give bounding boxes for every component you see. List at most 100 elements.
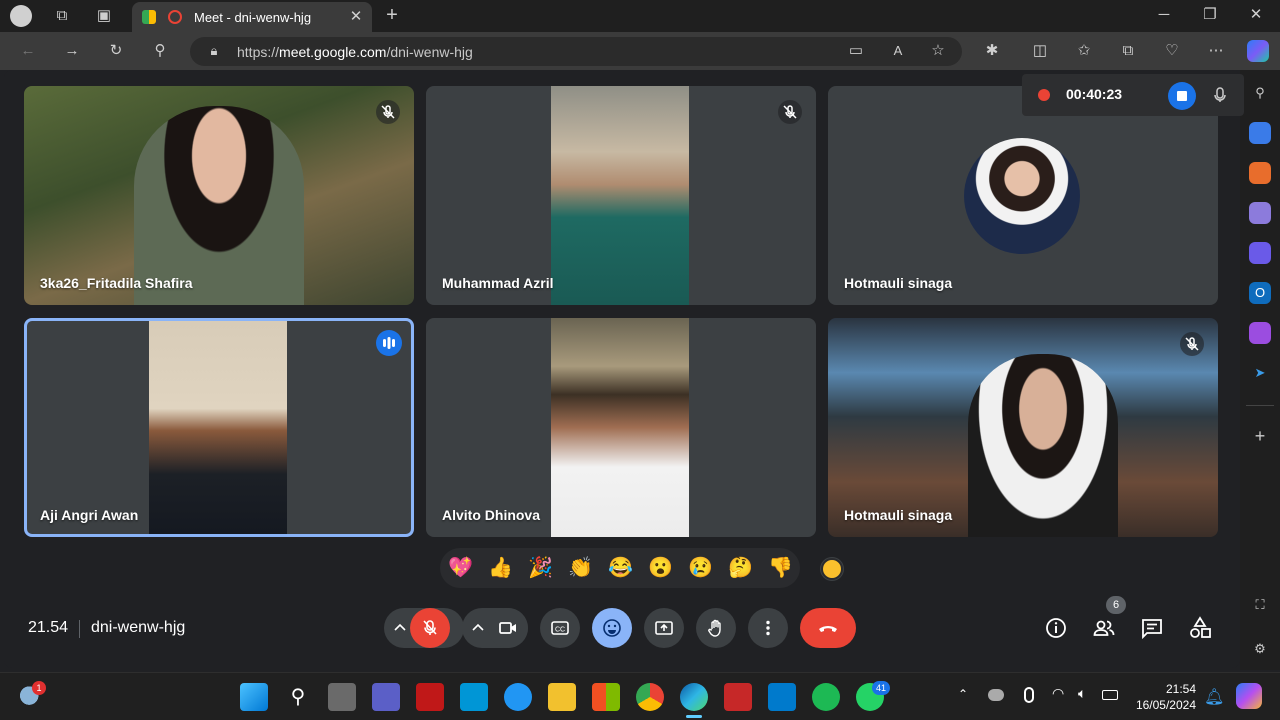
teams-icon[interactable] — [372, 683, 400, 711]
vscode-icon[interactable] — [768, 683, 796, 711]
back-icon[interactable]: ← — [18, 41, 38, 61]
participant-tile[interactable]: 3ka26_Fritadila Shafira — [24, 86, 414, 305]
edge-active-indicator — [686, 715, 702, 718]
reaction-sad[interactable]: 😢 — [688, 556, 713, 580]
present-button[interactable] — [644, 608, 684, 648]
activities-button[interactable] — [1188, 616, 1212, 640]
tray-app-icon[interactable] — [988, 689, 1004, 701]
collections-icon[interactable]: ⧉ — [1118, 41, 1138, 61]
windows-taskbar: 1 ⚲ 41 ⌃ ◠ 🔈︎ 21:54 16/05/2024 🔔︎ — [0, 672, 1280, 720]
participant-name: Alvito Dhinova — [442, 507, 541, 523]
more-menu-icon[interactable]: ⋯ — [1206, 41, 1226, 61]
more-vert-icon — [766, 620, 770, 636]
copilot-taskbar-icon[interactable] — [1236, 683, 1262, 709]
leave-call-button[interactable] — [800, 608, 856, 648]
people-button[interactable] — [1092, 616, 1116, 640]
split-screen-icon[interactable]: ◫ — [1030, 41, 1050, 61]
sidebar-tools-icon[interactable] — [1249, 162, 1271, 184]
minimize-icon[interactable]: ─ — [1154, 5, 1174, 25]
participant-tile-active-speaker[interactable]: Aji Angri Awan — [24, 318, 414, 537]
meeting-details-button[interactable] — [1044, 616, 1068, 640]
wifi-icon[interactable]: ◠ — [1052, 685, 1064, 702]
tab-meet[interactable]: Meet - dni-wenw-hjg ✕ — [132, 2, 372, 32]
sidebar-send-icon[interactable]: ➤ — [1249, 362, 1271, 384]
favorite-star-icon[interactable]: ☆ — [928, 41, 948, 61]
skin-tone-selector[interactable] — [821, 558, 843, 580]
start-icon[interactable] — [240, 683, 268, 711]
read-aloud-icon[interactable]: A — [888, 41, 908, 61]
new-tab-icon[interactable]: + — [382, 5, 402, 25]
close-window-icon[interactable]: ✕ — [1246, 5, 1266, 25]
reaction-surprised[interactable]: 😮 — [648, 556, 673, 580]
mcafee-icon[interactable] — [416, 683, 444, 711]
reaction-thumbs-up[interactable]: 👍 — [488, 556, 513, 580]
reaction-thumbs-down[interactable]: 👎 — [768, 556, 793, 580]
search-icon[interactable]: ⚲ — [150, 41, 170, 61]
captions-button[interactable]: CC — [540, 608, 580, 648]
favorites-icon[interactable]: ✩ — [1074, 41, 1094, 61]
forward-icon[interactable]: → — [62, 41, 82, 61]
present-screen-icon — [655, 621, 673, 635]
sidebar-search-icon[interactable]: ⚲ — [1249, 82, 1271, 104]
browser-essentials-icon[interactable]: ♡ — [1162, 41, 1182, 61]
participant-tile[interactable]: Hotmauli sinaga — [828, 86, 1218, 305]
url-field[interactable]: 🔒︎ https://meet.google.com/dni-wenw-hjg … — [190, 37, 962, 66]
whatsapp-badge: 41 — [872, 681, 890, 695]
store-icon[interactable] — [592, 683, 620, 711]
chrome-icon[interactable] — [636, 683, 664, 711]
taskbar-search-icon[interactable]: ⚲ — [284, 683, 312, 711]
notification-bell-icon[interactable]: 🔔︎ — [1204, 687, 1224, 707]
reaction-sparkling-heart[interactable]: 💖 — [448, 556, 473, 580]
reaction-party-popper[interactable]: 🎉 — [528, 556, 553, 580]
battery-icon[interactable] — [1102, 690, 1118, 700]
reactions-button[interactable] — [592, 608, 632, 648]
participant-video — [551, 86, 689, 305]
help-icon[interactable] — [504, 683, 532, 711]
system-clock[interactable]: 21:54 16/05/2024 — [1136, 681, 1196, 713]
participant-tile[interactable]: Alvito Dhinova — [426, 318, 816, 537]
lock-icon: 🔒︎ — [210, 43, 218, 58]
camera-button[interactable] — [488, 608, 528, 648]
copilot-icon-badge[interactable] — [1247, 40, 1269, 62]
show-hidden-icons-icon[interactable]: ⌃ — [958, 687, 968, 701]
task-view-icon[interactable] — [328, 683, 356, 711]
participant-tile[interactable]: Hotmauli sinaga — [828, 318, 1218, 537]
tray-mic-icon[interactable] — [1024, 687, 1034, 703]
reaction-clapping[interactable]: 👏 — [568, 556, 593, 580]
stop-recording-button[interactable] — [1168, 82, 1196, 110]
sidebar-screenshot-icon[interactable]: ⛶ — [1249, 594, 1271, 616]
sidebar-copilot-icon[interactable] — [1249, 242, 1271, 264]
microphone-off-button[interactable] — [410, 608, 450, 648]
file-explorer-icon[interactable] — [548, 683, 576, 711]
edge-sidebar: ⚲ O ➤ + ⛶ ⚙ — [1240, 70, 1280, 670]
close-tab-icon[interactable]: ✕ — [346, 7, 366, 27]
tab-actions-icon[interactable]: ▣ — [94, 6, 114, 26]
more-options-button[interactable] — [748, 608, 788, 648]
workspaces-icon[interactable]: ⧉ — [52, 6, 72, 26]
edge-icon[interactable] — [680, 683, 708, 711]
participant-video — [149, 321, 287, 534]
sidebar-settings-icon[interactable]: ⚙ — [1249, 638, 1271, 660]
hang-up-icon — [819, 626, 837, 632]
participant-tile[interactable]: Muhammad Azril — [426, 86, 816, 305]
reaction-thinking[interactable]: 🤔 — [728, 556, 753, 580]
reload-icon[interactable]: ↻ — [106, 41, 126, 61]
pdf-app-icon[interactable] — [724, 683, 752, 711]
sidebar-outlook-icon[interactable]: O — [1249, 282, 1271, 304]
camera-in-use-icon[interactable]: ▭ — [846, 41, 866, 61]
recording-mic-icon[interactable] — [1210, 85, 1230, 105]
restore-icon[interactable]: ❐ — [1200, 5, 1220, 25]
raise-hand-button[interactable] — [696, 608, 736, 648]
extensions-icon[interactable]: ✱ — [982, 41, 1002, 61]
sidebar-designer-icon[interactable] — [1249, 322, 1271, 344]
volume-icon[interactable]: 🔈︎ — [1078, 685, 1086, 702]
sidebar-shopping-icon[interactable] — [1249, 122, 1271, 144]
sidebar-add-icon[interactable]: + — [1249, 425, 1271, 447]
spotify-icon[interactable] — [812, 683, 840, 711]
info-icon — [1046, 618, 1066, 638]
reaction-laughing[interactable]: 😂 — [608, 556, 633, 580]
chat-button[interactable] — [1140, 616, 1164, 640]
profile-icon[interactable] — [10, 5, 32, 27]
myhp-icon[interactable] — [460, 683, 488, 711]
sidebar-games-icon[interactable] — [1249, 202, 1271, 224]
